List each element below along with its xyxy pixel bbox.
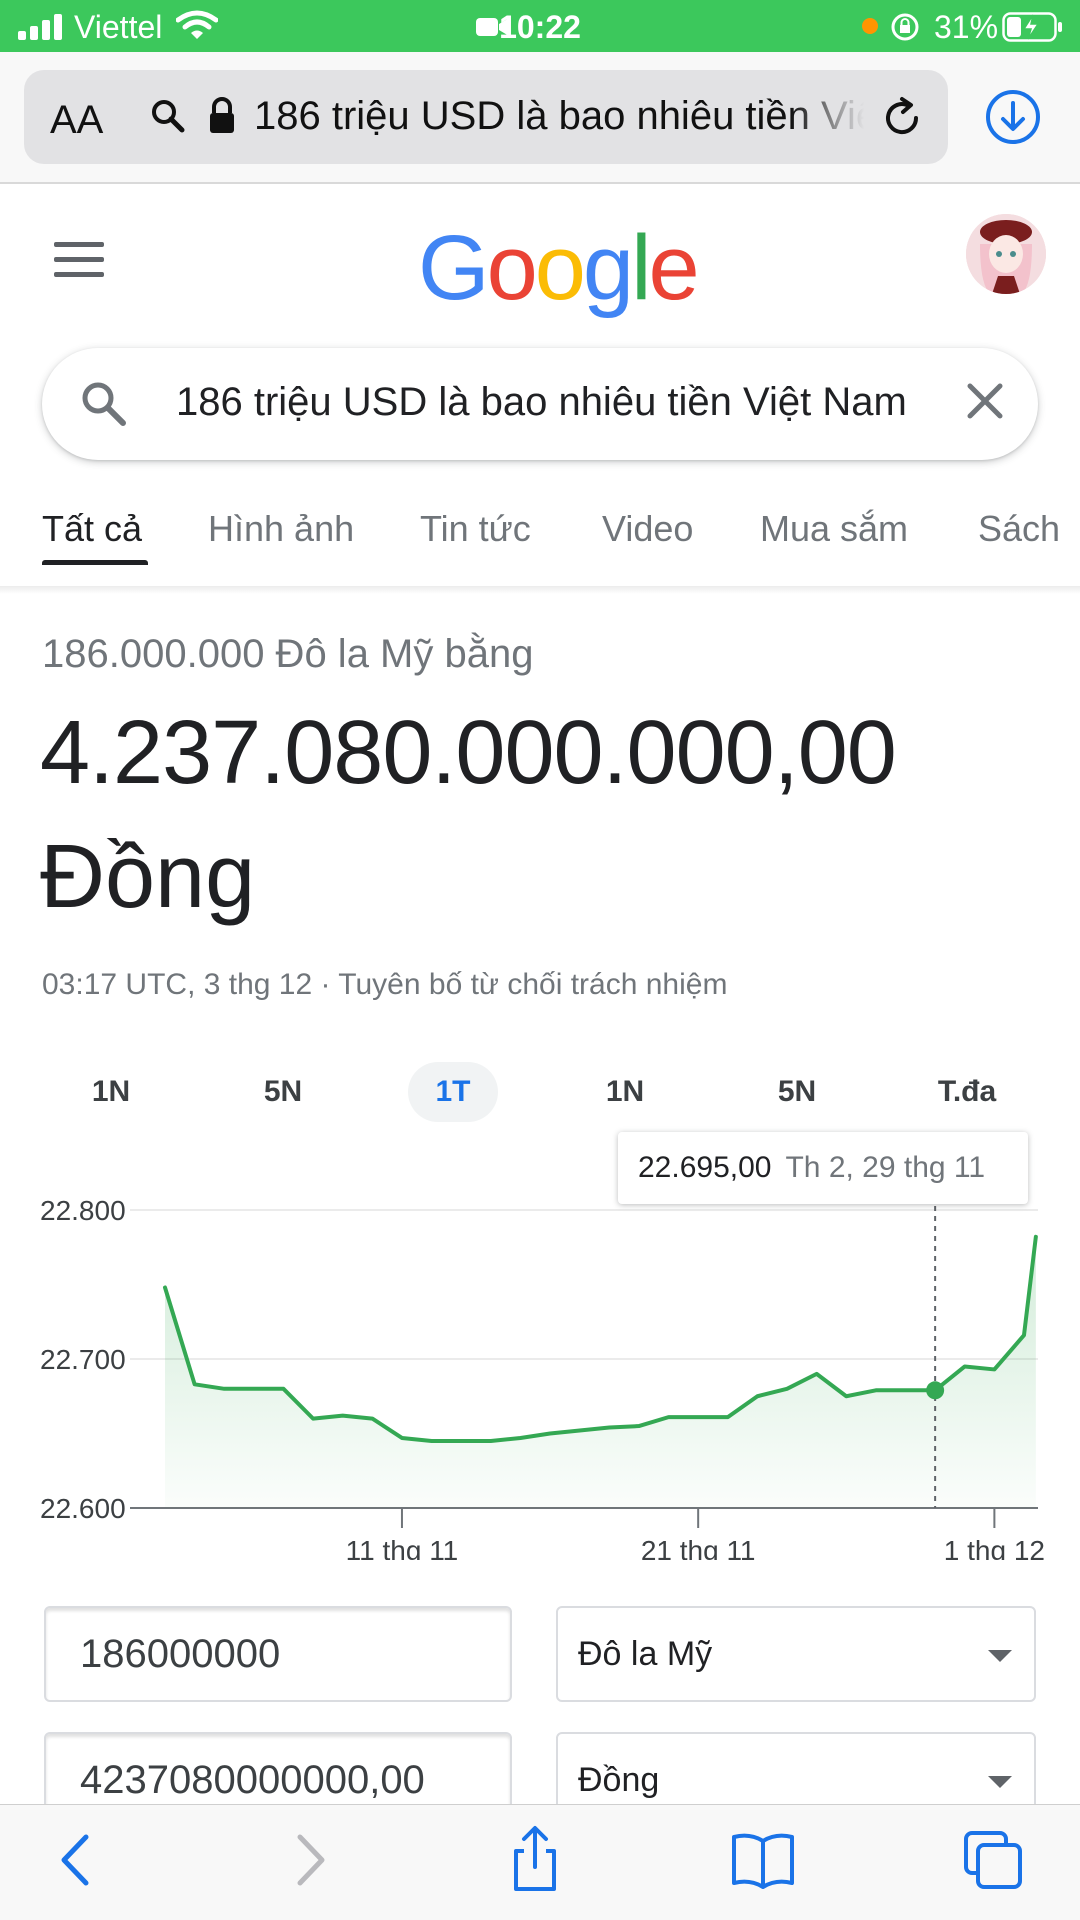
dropdown-arrow-icon: [988, 1776, 1012, 1788]
tab-all[interactable]: Tất cả: [42, 508, 142, 550]
reload-icon[interactable]: [880, 96, 924, 140]
tab-shopping[interactable]: Mua sắm: [760, 508, 908, 550]
logo-letter: o: [486, 217, 538, 319]
tab-images[interactable]: Hình ảnh: [208, 508, 354, 550]
tabs-icon[interactable]: [958, 1825, 1028, 1895]
range-5-day[interactable]: 5N: [238, 1062, 328, 1122]
avatar[interactable]: [966, 214, 1046, 294]
tooltip-date: Th 2, 29 thg 11: [785, 1151, 986, 1184]
browser-address-area: AA 186 triệu USD là bao nhiêu tiền Việt …: [0, 52, 1080, 184]
share-icon[interactable]: [500, 1825, 570, 1895]
tab-news[interactable]: Tin tức: [420, 508, 531, 550]
rate-timestamp[interactable]: 03:17 UTC, 3 thg 12 · Tuyên bố từ chối t…: [42, 968, 727, 1002]
y-tick-label: 22.800: [40, 1195, 126, 1226]
range-1-month[interactable]: 1T: [408, 1062, 498, 1122]
google-logo: Google: [418, 216, 700, 321]
logo-letter: l: [631, 217, 652, 319]
chart-tooltip: 22.695,00 Th 2, 29 thg 11: [618, 1132, 1028, 1204]
conversion-source: 186.000.000 Đô la Mỹ bằng: [42, 632, 534, 676]
hover-point: [926, 1381, 945, 1400]
search-box[interactable]: 186 triệu USD là bao nhiêu tiền Việt Nam: [42, 348, 1038, 460]
text-size-label: AA: [50, 98, 104, 142]
logo-letter: o: [534, 217, 586, 319]
currency-from-select[interactable]: Đô la Mỹ: [556, 1606, 1036, 1702]
currency-to-label: Đồng: [578, 1761, 660, 1799]
clear-icon[interactable]: [962, 378, 1008, 424]
x-tick-label: 21 thg 11: [641, 1535, 756, 1560]
x-tick-label: 11 thg 11: [346, 1535, 459, 1560]
x-tick-label: 1 thg 12: [944, 1535, 1045, 1560]
status-bar: Viettel 10:22 31%: [0, 0, 1080, 52]
forward-icon[interactable]: [274, 1825, 344, 1895]
range-1-year[interactable]: 1N: [580, 1062, 670, 1122]
back-icon[interactable]: [42, 1825, 112, 1895]
conversion-result-unit: Đồng: [40, 827, 256, 927]
conversion-result-value: 4.237.080.000.000,00: [40, 703, 897, 803]
tooltip-value: 22.695,00: [638, 1151, 772, 1184]
microphone-indicator-icon: [862, 18, 878, 34]
range-5-year[interactable]: 5N: [752, 1062, 842, 1122]
battery-charging-icon: [1002, 12, 1062, 42]
tab-books[interactable]: Sách: [978, 508, 1060, 550]
menu-icon[interactable]: [54, 242, 104, 278]
url-text[interactable]: 186 triệu USD là bao nhiêu tiền Việt Nam: [254, 94, 864, 139]
currency-from-label: Đô la Mỹ: [578, 1635, 713, 1673]
range-max[interactable]: T.đa: [922, 1062, 1012, 1122]
dropdown-arrow-icon: [988, 1650, 1012, 1662]
tab-videos[interactable]: Video: [602, 508, 693, 550]
battery-percentage: 31%: [934, 9, 999, 45]
amount-from-input[interactable]: 186000000: [44, 1606, 512, 1702]
tabs-divider: [0, 586, 1080, 594]
active-tab-indicator: [42, 560, 148, 565]
logo-letter: G: [418, 217, 490, 319]
logo-letter: g: [582, 217, 634, 319]
text-size-button[interactable]: AA: [50, 98, 103, 143]
search-icon[interactable]: [78, 378, 130, 430]
search-input[interactable]: 186 triệu USD là bao nhiêu tiền Việt Nam: [176, 380, 966, 425]
chart-area: [165, 1236, 1036, 1508]
search-tabs: Tất cả Hình ảnh Tin tức Video Mua sắm Sá…: [0, 500, 1080, 590]
download-icon[interactable]: [984, 88, 1042, 146]
logo-letter: e: [648, 217, 700, 319]
lock-icon: [210, 97, 234, 133]
address-bar[interactable]: AA 186 triệu USD là bao nhiêu tiền Việt …: [24, 70, 948, 164]
y-tick-label: 22.600: [40, 1493, 126, 1524]
range-1-day[interactable]: 1N: [66, 1062, 156, 1122]
rotation-lock-icon: [891, 13, 919, 41]
bookmarks-icon[interactable]: [728, 1825, 798, 1895]
y-tick-label: 22.700: [40, 1344, 126, 1375]
browser-toolbar: [0, 1804, 1080, 1920]
search-icon: [152, 100, 185, 133]
